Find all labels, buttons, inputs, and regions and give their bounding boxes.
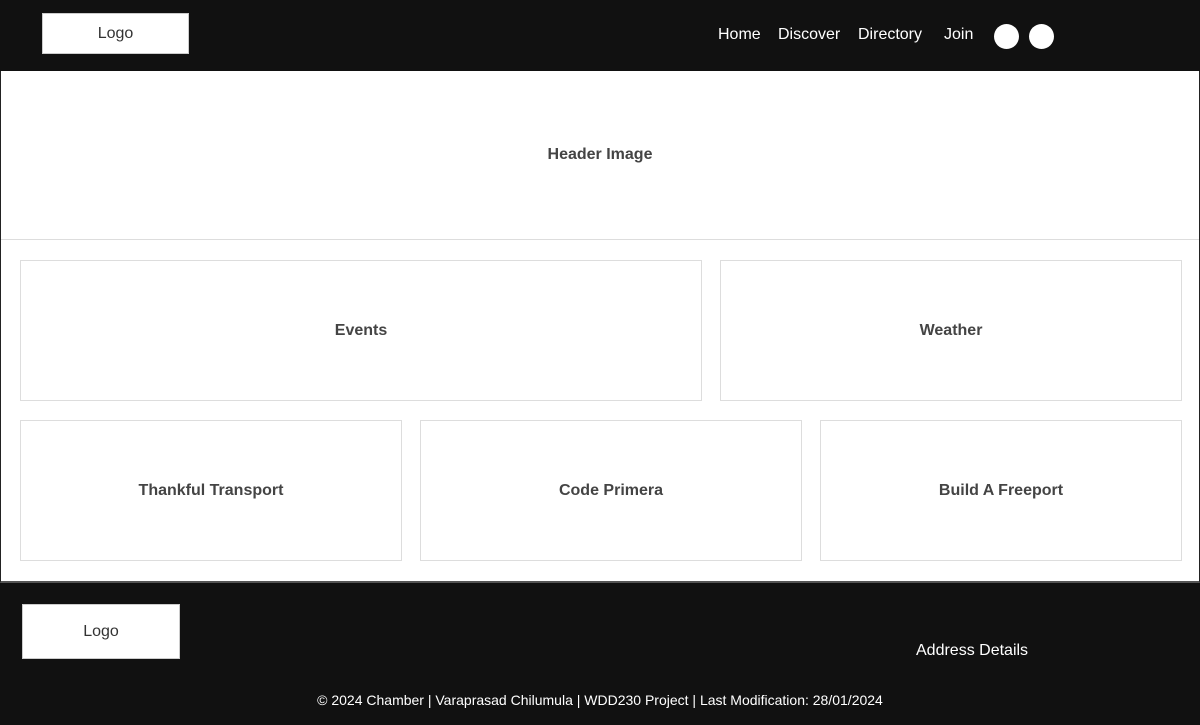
header-logo-text: Logo — [97, 24, 134, 42]
footer-logo[interactable]: Logo — [22, 604, 180, 659]
weather-card: Weather — [720, 260, 1182, 401]
spotlight-card-code-primera: Code Primera — [420, 420, 802, 561]
nav-link-home[interactable]: Home — [718, 26, 761, 44]
footer: Logo Address Details © 2024 Chamber | Va… — [0, 583, 1200, 725]
nav-link-join[interactable]: Join — [944, 26, 973, 44]
social-icon-1[interactable] — [994, 24, 1019, 49]
header-image-placeholder: Header Image — [1, 71, 1199, 240]
header-logo[interactable]: Logo — [42, 13, 189, 54]
address-details: Address Details — [916, 642, 1029, 659]
header-image-label: Header Image — [547, 146, 653, 163]
nav-link-directory[interactable]: Directory — [858, 26, 922, 44]
social-icon-2[interactable] — [1029, 24, 1054, 49]
spotlight-card-build-a-freeport: Build A Freeport — [820, 420, 1182, 561]
events-card: Events — [20, 260, 702, 401]
spotlight-card-title: Build A Freeport — [938, 481, 1064, 499]
page: Logo Home Discover Directory Join Header… — [0, 0, 1200, 725]
copyright-text: © 2024 Chamber | Varaprasad Chilumula | … — [317, 692, 883, 708]
footer-logo-text: Logo — [83, 622, 119, 640]
weather-card-title: Weather — [919, 321, 983, 339]
top-navigation-bar: Logo Home Discover Directory Join — [0, 0, 1200, 71]
events-card-title: Events — [334, 321, 388, 339]
main-content: Header Image Events Weather Thankful Tra… — [0, 71, 1200, 583]
spotlight-card-title: Code Primera — [558, 481, 664, 499]
spotlight-card-title: Thankful Transport — [138, 481, 284, 499]
nav-link-discover[interactable]: Discover — [778, 26, 840, 44]
spotlight-card-thankful-transport: Thankful Transport — [20, 420, 402, 561]
